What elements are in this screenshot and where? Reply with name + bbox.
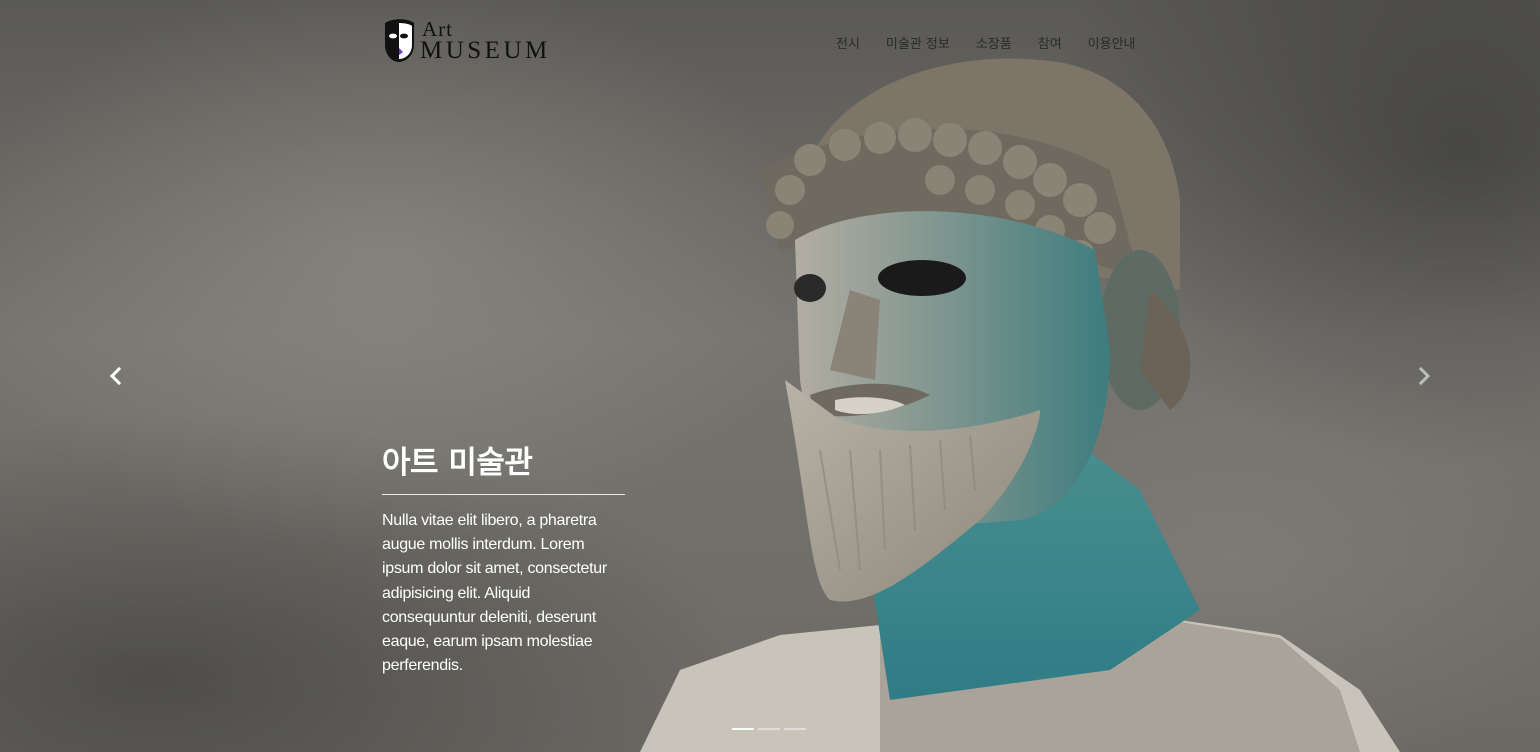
mask-logo-icon [385,19,414,62]
caption-title: 아트 미술관 [382,445,533,481]
carousel-indicator[interactable] [758,728,780,730]
hero-carousel: Art Museum 전시 미술관 정보 소장품 참여 이용안내 아트 미술관 … [0,0,1540,752]
carousel-indicator[interactable] [784,728,806,730]
carousel-caption: 아트 미술관 Nulla vitae elit libero, a pharet… [382,444,626,678]
nav-item-visit-guide[interactable]: 이용안내 [1088,33,1136,52]
carousel-indicator[interactable] [732,728,754,730]
nav-item-participate[interactable]: 참여 [1038,33,1062,52]
chevron-left-icon [109,366,122,386]
carousel-indicators [732,728,806,730]
nav-item-exhibitions[interactable]: 전시 [836,33,860,52]
nav-item-collection[interactable]: 소장품 [976,33,1012,52]
statue-image [640,58,1400,752]
nav-item-museum-info[interactable]: 미술관 정보 [886,33,950,52]
carousel-prev-button[interactable] [106,366,126,386]
main-nav: 전시 미술관 정보 소장품 참여 이용안내 [836,33,1136,52]
logo-line2: Museum [420,37,551,64]
logo-wordmark: Art Museum [420,19,551,64]
carousel-next-button[interactable] [1414,366,1434,386]
caption-body: Nulla vitae elit libero, a pharetra augu… [382,512,607,675]
chevron-right-icon [1418,366,1431,386]
caption-divider [382,494,625,495]
site-logo[interactable]: Art Museum [382,19,551,63]
